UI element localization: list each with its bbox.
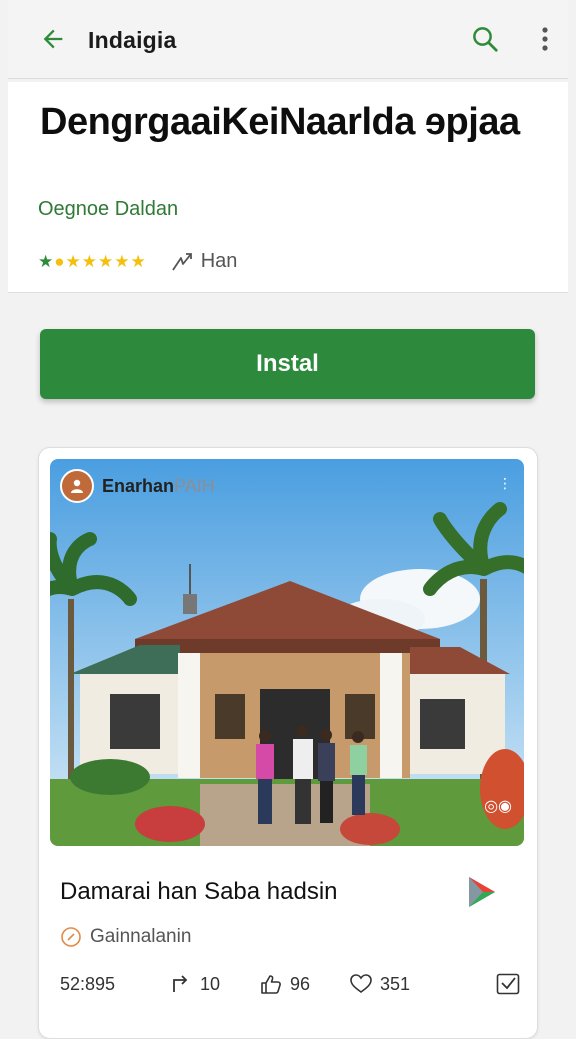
post-card: EnarhanPAIH ⋮ ◎◉ Damarai han Saba hadsin… — [38, 447, 538, 1039]
post-photo[interactable]: EnarhanPAIH ⋮ ◎◉ — [50, 459, 524, 846]
arrow-left-icon — [43, 29, 63, 49]
app-title: Indaigia — [88, 27, 177, 53]
save-checkbox[interactable] — [496, 973, 520, 995]
like-stat[interactable]: 96 — [260, 974, 350, 995]
more-options-button[interactable] — [528, 22, 562, 56]
avatar — [60, 469, 94, 503]
photo-count-icon: ◎◉ — [484, 798, 512, 815]
repost-icon — [173, 975, 188, 992]
checkbox-icon — [496, 973, 520, 995]
heart-icon — [350, 974, 372, 993]
house-photo-illustration — [50, 459, 524, 846]
back-button[interactable] — [36, 22, 70, 56]
share-link[interactable]: Han — [171, 250, 238, 273]
heart-stat[interactable]: 351 — [350, 974, 470, 995]
like-count: 96 — [290, 973, 311, 994]
top-app-bar: Indaigia — [8, 0, 568, 79]
share-label: Han — [200, 250, 238, 272]
thumbs-up-icon — [261, 975, 281, 994]
heart-count: 351 — [380, 973, 411, 994]
share-stat[interactable]: 10 — [170, 974, 260, 995]
page-chip[interactable]: EnarhanPAIH — [60, 469, 215, 503]
app-header-card: DengrgaaiKeiNaarlda ɘpjaa Oegnoe Daldan … — [8, 82, 568, 293]
app-headline: DengrgaaiKeiNaarlda ɘpjaa — [40, 101, 520, 143]
search-button[interactable] — [468, 22, 502, 56]
post-caption: Damarai han Saba hadsin — [60, 878, 338, 905]
rating-row: ★●★★★★★ Han — [38, 250, 237, 273]
more-vert-icon — [542, 27, 548, 51]
share-count: 10 — [200, 973, 221, 994]
developer-name[interactable]: Oegnoe Daldan — [38, 198, 178, 221]
post-subtitle: Gainnalanin — [90, 926, 192, 947]
search-icon — [473, 27, 498, 52]
install-button[interactable]: Instal — [40, 329, 535, 399]
page-name: EnarhanPAIH — [102, 475, 215, 496]
post-time: 52:895 — [60, 973, 116, 994]
play-store-icon[interactable] — [467, 875, 497, 909]
person-icon — [71, 479, 83, 493]
post-subtitle-row: Gainnalanin — [60, 926, 191, 948]
rating-stars: ★●★★★★★ — [38, 251, 147, 271]
photo-more-icon[interactable]: ⋮ — [498, 475, 512, 492]
post-stats-row: 52:895 10 96 351 — [60, 973, 520, 995]
share-icon — [171, 252, 192, 270]
badge-icon — [61, 927, 81, 947]
